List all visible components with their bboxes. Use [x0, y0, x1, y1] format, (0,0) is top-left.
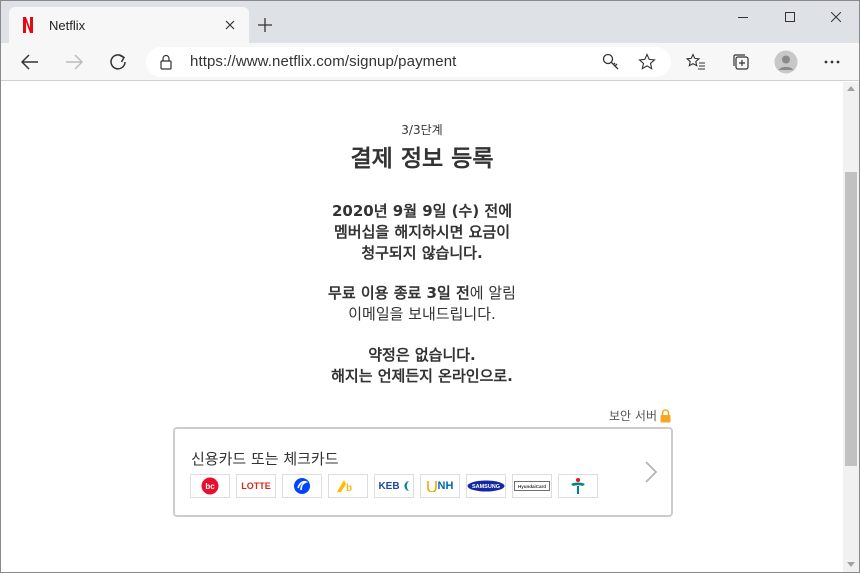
address-bar[interactable]: https://www.netflix.com/signup/payment: [146, 47, 671, 77]
billing-notice-line-3: 청구되지 않습니다.: [361, 244, 483, 262]
scroll-up-arrow-icon[interactable]: [847, 86, 855, 91]
avatar-icon: [774, 50, 798, 74]
nh-card-logo: NH: [420, 474, 460, 498]
svg-text:HyundaiCard: HyundaiCard: [518, 484, 546, 489]
ellipsis-icon: [824, 60, 840, 64]
credit-card-option[interactable]: 신용카드 또는 체크카드 bc LOTTE b KEB NH SAMSUNG H…: [173, 427, 673, 517]
reminder-notice-rest: 에 알림: [469, 284, 516, 302]
collections-button[interactable]: [725, 46, 757, 78]
kb-card-logo: b: [328, 474, 368, 498]
chevron-right-icon: [645, 461, 657, 483]
close-icon: [831, 12, 841, 22]
samsung-card-logo: SAMSUNG: [466, 474, 506, 498]
reminder-notice-bold: 무료 이용 종료 3일 전: [328, 284, 470, 302]
browser-toolbar: https://www.netflix.com/signup/payment: [1, 43, 859, 81]
bc-card-logo: bc: [190, 474, 230, 498]
shinhan-card-logo: [282, 474, 322, 498]
lotte-card-logo: LOTTE: [236, 474, 276, 498]
new-tab-button[interactable]: [253, 13, 277, 37]
netflix-favicon-icon: [21, 17, 35, 33]
back-button[interactable]: [14, 46, 46, 78]
forward-button[interactable]: [58, 46, 90, 78]
maximize-icon: [785, 12, 795, 22]
key-icon[interactable]: [602, 53, 620, 75]
browser-window: Netflix https://www.netflix.com/signup/p…: [0, 0, 860, 573]
lock-icon: [660, 408, 671, 422]
tab-title: Netflix: [49, 17, 86, 33]
svg-text:b: b: [346, 483, 352, 494]
billing-notice-line-1: 2020년 9월 9일 (수) 전에: [331, 202, 513, 220]
cancel-notice-line-1: 약정은 없습니다.: [368, 346, 476, 364]
profile-button[interactable]: [770, 46, 802, 78]
keb-card-logo: KEB: [374, 474, 414, 498]
step-indicator: 3/3단계: [401, 123, 443, 137]
refresh-button[interactable]: [102, 46, 134, 78]
secure-server-text: 보안 서버: [609, 409, 657, 423]
cancel-notice-line-2: 해지는 언제든지 온라인으로.: [331, 367, 513, 385]
page-viewport: 3/3단계 결제 정보 등록 2020년 9월 9일 (수) 전에 멤버십을 해…: [1, 82, 843, 572]
favorite-star-icon[interactable]: [638, 53, 656, 75]
scroll-down-arrow-icon[interactable]: [847, 562, 855, 567]
hyundai-card-logo: HyundaiCard: [512, 474, 552, 498]
payment-option-label: 신용카드 또는 체크카드: [191, 450, 339, 468]
secure-server-label: 보안 서버: [609, 407, 671, 424]
url-text[interactable]: https://www.netflix.com/signup/payment: [190, 53, 456, 70]
maximize-button[interactable]: [767, 1, 813, 33]
favorites-button[interactable]: [680, 46, 712, 78]
arrow-left-icon: [21, 54, 38, 70]
svg-text:bc: bc: [205, 482, 215, 491]
arrow-right-icon: [66, 54, 83, 70]
card-logos: bc LOTTE b KEB NH SAMSUNG HyundaiCard: [190, 474, 604, 498]
minimize-icon: [738, 17, 748, 18]
minimize-button[interactable]: [720, 1, 766, 33]
billing-notice-line-2: 멤버십을 해지하시면 요금이: [333, 223, 511, 241]
billing-notice: 2020년 9월 9일 (수) 전에 멤버십을 해지하시면 요금이 청구되지 않…: [1, 201, 843, 264]
svg-text:SAMSUNG: SAMSUNG: [472, 484, 500, 490]
more-menu-button[interactable]: [816, 46, 848, 78]
scrollbar-thumb[interactable]: [845, 172, 857, 466]
tab-netflix[interactable]: Netflix: [9, 7, 249, 43]
close-window-button[interactable]: [813, 1, 859, 33]
plus-icon: [258, 18, 272, 32]
tab-close-icon[interactable]: [219, 14, 241, 36]
collections-icon: [733, 54, 749, 70]
page-title: 결제 정보 등록: [350, 146, 494, 172]
hana-card-logo: [558, 474, 598, 498]
refresh-icon: [110, 54, 126, 70]
tab-strip: Netflix: [1, 1, 859, 43]
favorites-list-icon: [686, 53, 705, 70]
vertical-scrollbar[interactable]: [843, 82, 859, 572]
lock-icon[interactable]: [160, 54, 172, 74]
cancel-notice: 약정은 없습니다. 해지는 언제든지 온라인으로.: [1, 345, 843, 387]
reminder-notice: 무료 이용 종료 3일 전에 알림 이메일을 보내드립니다.: [1, 283, 843, 325]
reminder-notice-line-1: 무료 이용 종료 3일 전에 알림: [1, 283, 843, 304]
reminder-notice-line-2: 이메일을 보내드립니다.: [348, 305, 496, 323]
